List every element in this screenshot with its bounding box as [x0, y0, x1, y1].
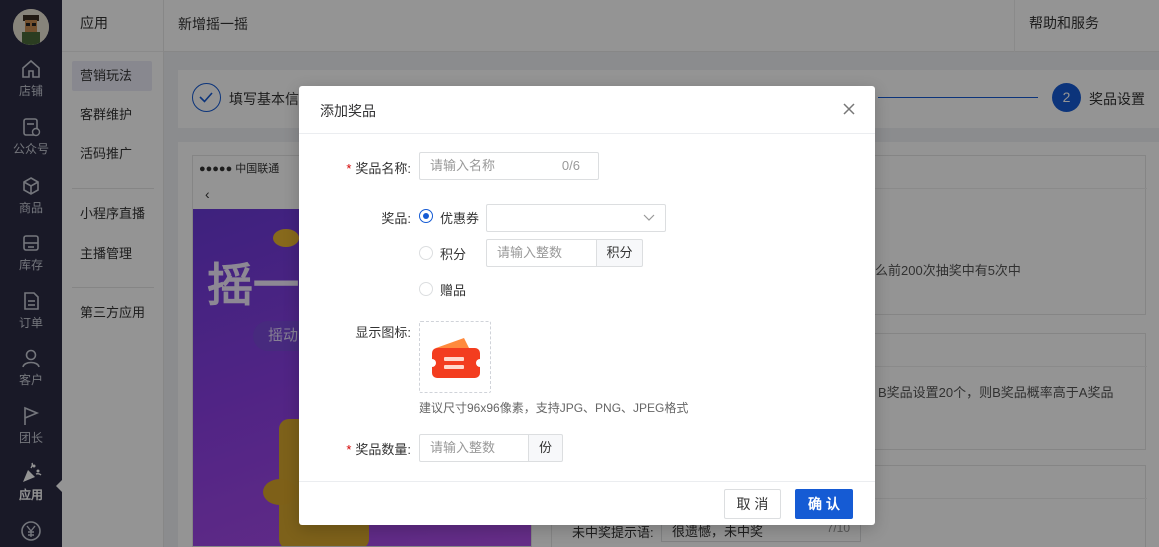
- radio-coupon-label[interactable]: 优惠券: [440, 208, 479, 227]
- quantity-unit-addon: 份: [528, 434, 563, 462]
- placeholder: 请输入名称: [430, 158, 496, 173]
- required-mark: *: [346, 442, 352, 457]
- add-prize-dialog: 添加奖品 * 奖品名称: 请输入名称 0/6 奖品: 优惠券 积分 请输入整数 积…: [299, 86, 875, 525]
- prize-quantity-label: * 奖品数量:: [291, 439, 411, 458]
- points-input[interactable]: 请输入整数: [486, 239, 597, 267]
- dialog-header: 添加奖品: [299, 86, 875, 134]
- prize-name-label: * 奖品名称:: [291, 158, 411, 177]
- radio-coupon[interactable]: [419, 209, 433, 223]
- points-addon: 积分: [596, 239, 643, 267]
- prize-name-input[interactable]: 请输入名称 0/6: [419, 152, 599, 180]
- confirm-button[interactable]: 确 认: [795, 489, 853, 519]
- chevron-down-icon: [643, 214, 655, 221]
- close-button[interactable]: [839, 99, 859, 119]
- coupon-select[interactable]: [486, 204, 666, 232]
- label-text: 奖品数量:: [355, 442, 411, 457]
- label-text: 奖品名称:: [355, 161, 411, 176]
- icon-upload[interactable]: [419, 321, 491, 393]
- radio-gift[interactable]: [419, 282, 433, 296]
- dialog-footer: 取 消 确 认: [299, 481, 875, 525]
- display-icon-label: 显示图标:: [355, 325, 411, 340]
- ticket-icon: [428, 338, 484, 378]
- radio-points-label[interactable]: 积分: [440, 244, 466, 263]
- dialog-title: 添加奖品: [320, 103, 376, 119]
- placeholder: 请输入整数: [430, 440, 496, 455]
- radio-gift-label[interactable]: 赠品: [440, 280, 466, 299]
- cancel-button[interactable]: 取 消: [724, 489, 781, 519]
- prize-quantity-input[interactable]: 请输入整数: [419, 434, 529, 462]
- icon-hint: 建议尺寸96x96像素，支持JPG、PNG、JPEG格式: [419, 401, 689, 415]
- required-mark: *: [346, 161, 352, 176]
- placeholder: 请输入整数: [497, 245, 563, 260]
- prize-type-label: 奖品:: [381, 211, 411, 226]
- close-icon: [843, 103, 855, 115]
- radio-points[interactable]: [419, 246, 433, 260]
- char-count: 0/6: [561, 158, 580, 173]
